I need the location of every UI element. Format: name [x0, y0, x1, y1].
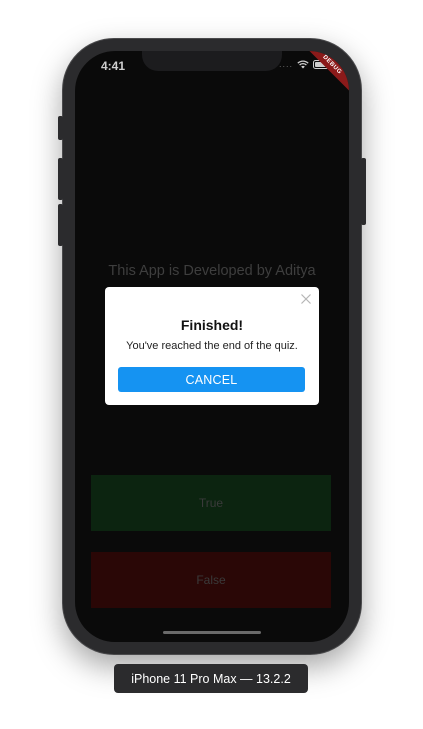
- credit-text: This App is Developed by Aditya: [108, 263, 316, 279]
- dialog-title: Finished!: [180, 317, 244, 333]
- alert-dialog: Finished! You've reached the end of the …: [105, 287, 319, 405]
- simulator-device-label: iPhone 11 Pro Max — 13.2.2: [114, 664, 308, 693]
- volume-up-button: [58, 158, 63, 200]
- volume-down-button: [58, 204, 63, 246]
- false-button-label: False: [196, 573, 226, 587]
- device-label-text: iPhone 11 Pro Max — 13.2.2: [131, 671, 291, 686]
- dialog-message: You've reached the end of the quiz.: [126, 340, 298, 352]
- true-button-label: True: [198, 496, 224, 510]
- false-button[interactable]: False: [91, 552, 331, 608]
- notch: [142, 51, 282, 71]
- cancel-button-label: CANCEL: [185, 372, 238, 387]
- signal-icon: ....: [278, 59, 293, 69]
- silent-switch: [58, 116, 63, 140]
- true-button[interactable]: True: [91, 475, 331, 531]
- close-icon[interactable]: [300, 292, 312, 304]
- power-button: [361, 158, 366, 225]
- phone-screen: 4:41 .... DEBUG This App is Developed by…: [75, 51, 349, 642]
- status-time: 4:41: [101, 59, 126, 73]
- wifi-icon: [297, 59, 309, 69]
- cancel-button[interactable]: CANCEL: [118, 367, 305, 392]
- home-indicator[interactable]: [163, 631, 261, 634]
